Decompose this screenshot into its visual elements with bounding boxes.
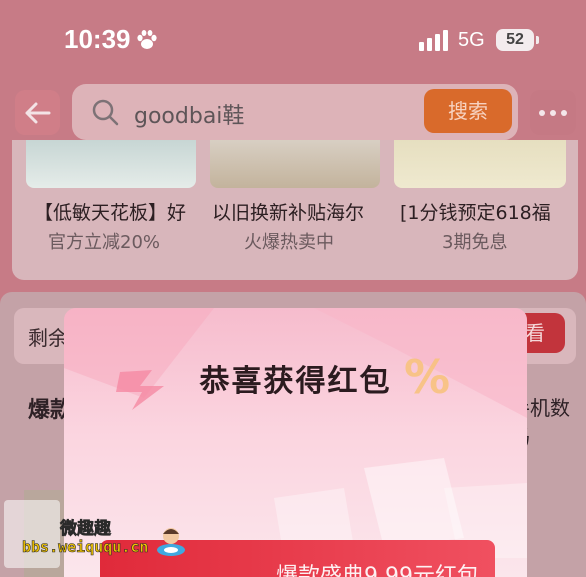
more-dot-icon [539, 109, 545, 116]
product-subtitle: 火爆热卖中 [244, 232, 334, 253]
watermark-url: bbs.weiququ.cn [22, 538, 149, 557]
search-icon [92, 99, 119, 126]
back-button[interactable] [15, 90, 60, 135]
product-subtitle: 3期免息 [442, 232, 508, 253]
watermark-title: 微趣趣 [60, 519, 112, 540]
remaining-label: 剩余 [28, 326, 68, 350]
more-dot-icon [561, 109, 567, 116]
search-button[interactable]: 搜索 [424, 89, 512, 133]
battery-tip [536, 36, 539, 44]
product-title[interactable]: 【低敏天花板】好 [34, 198, 186, 225]
watermark-logo [4, 500, 60, 568]
more-options-button[interactable] [530, 90, 576, 135]
product-subtitle: 官方立减20% [48, 232, 161, 253]
popup-title: 恭喜获得红包 [199, 364, 392, 399]
mascot-icon [157, 528, 185, 556]
coupon-text: 爆款盛典9.99元红包 [276, 564, 479, 577]
battery-indicator: 52 [496, 29, 534, 51]
more-dot-icon [550, 109, 556, 116]
product-image[interactable] [210, 140, 380, 188]
paw-icon [137, 30, 157, 49]
search-bar[interactable]: goodbai鞋 搜索 [72, 84, 518, 140]
watermark: 微趣趣 bbs.weiququ.cn [0, 496, 190, 577]
product-recommendations: 【低敏天花板】好 以旧换新补贴海尔 [1分钱预定618福 官方立减20% 火爆热… [12, 140, 578, 280]
product-title[interactable]: 以旧换新补贴海尔 [212, 198, 364, 225]
product-image[interactable] [26, 140, 196, 188]
search-input[interactable]: goodbai鞋 [134, 98, 244, 130]
clock-time: 10:39 [64, 24, 131, 54]
percent-icon: % [404, 350, 451, 404]
product-image[interactable] [394, 140, 566, 188]
signal-icon [419, 30, 448, 51]
arrow-left-icon [25, 102, 50, 123]
product-title[interactable]: [1分钱预定618福 [400, 198, 551, 225]
status-bar: 10:39 5G 52 [0, 0, 586, 80]
network-type: 5G [458, 29, 485, 51]
